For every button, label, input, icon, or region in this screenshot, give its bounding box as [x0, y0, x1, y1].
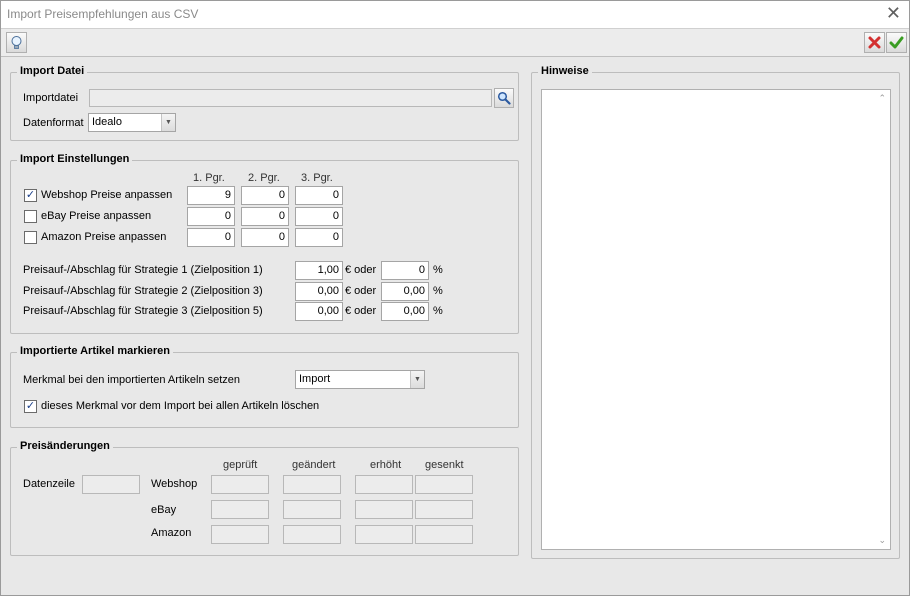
ebay-pgr2-field[interactable]: 0 [241, 207, 289, 226]
row-label-amazon: Amazon [151, 527, 192, 539]
amazon-geprueft-field [211, 525, 269, 544]
ebay-geaendert-field [283, 500, 341, 519]
title-bar: Import Preisempfehlungen aus CSV ✕ [1, 1, 909, 28]
strategy2-label: Preisauf-/Abschlag für Strategie 2 (Ziel… [23, 285, 263, 297]
webshop-pgr3-field[interactable]: 0 [295, 186, 343, 205]
chevron-down-icon[interactable]: ▼ [410, 371, 424, 388]
webshop-pgr1-field[interactable]: 9 [187, 186, 235, 205]
col-header-gesenkt: gesenkt [425, 459, 464, 471]
ebay-pgr3-field[interactable]: 0 [295, 207, 343, 226]
strategy2-euro-field[interactable]: 0,00 [295, 282, 343, 301]
strategy1-euro-suffix: € oder [345, 264, 377, 276]
ebay-label: eBay Preise anpassen [41, 210, 152, 222]
group-markieren: Importierte Artikel markieren Merkmal be… [10, 345, 519, 428]
strategy3-percent-field[interactable]: 0,00 [381, 302, 429, 321]
amazon-checkbox[interactable] [24, 231, 37, 244]
magnifier-icon [497, 91, 511, 105]
webshop-pgr2-field[interactable]: 0 [241, 186, 289, 205]
hint-button[interactable] [6, 32, 27, 53]
group-title-import-datei: Import Datei [17, 65, 88, 77]
group-title-einstellungen: Import Einstellungen [17, 153, 133, 165]
group-import-einstellungen: Import Einstellungen 1. Pgr. 2. Pgr. 3. … [10, 153, 519, 334]
amazon-pgr3-field[interactable]: 0 [295, 228, 343, 247]
strategy1-euro-field[interactable]: 1,00 [295, 261, 343, 280]
merkmal-label: Merkmal bei den importierten Artikeln se… [23, 374, 241, 386]
amazon-gesenkt-field [415, 525, 473, 544]
datenformat-select[interactable]: Idealo ▼ [88, 113, 176, 132]
green-check-icon [889, 36, 904, 49]
amazon-pgr2-field[interactable]: 0 [241, 228, 289, 247]
webshop-geaendert-field [283, 475, 341, 494]
strategy3-euro-field[interactable]: 0,00 [295, 302, 343, 321]
ebay-erhoeht-field [355, 500, 413, 519]
importdatei-label: Importdatei [23, 92, 79, 104]
delete-merkmal-checkbox[interactable]: ✓ [24, 400, 37, 413]
col-header-geprueft: geprüft [223, 459, 258, 471]
delete-merkmal-label: dieses Merkmal vor dem Import bei allen … [41, 400, 320, 412]
ebay-geprueft-field [211, 500, 269, 519]
toolbar [1, 28, 909, 57]
datenformat-value: Idealo [92, 116, 122, 128]
col-header-erhoeht: erhöht [370, 459, 402, 471]
datenzeile-label: Datenzeile [23, 478, 75, 490]
scroll-up-icon[interactable]: ⌃ [878, 93, 886, 104]
strategy1-label: Preisauf-/Abschlag für Strategie 1 (Ziel… [23, 264, 263, 276]
strategy1-percent-suffix: % [433, 264, 443, 276]
red-x-icon [868, 36, 881, 49]
close-icon[interactable]: ✕ [886, 4, 901, 22]
strategy3-label: Preisauf-/Abschlag für Strategie 3 (Ziel… [23, 305, 263, 317]
window-title: Import Preisempfehlungen aus CSV [7, 7, 199, 21]
merkmal-select[interactable]: Import ▼ [295, 370, 425, 389]
group-preisaenderungen: Preisänderungen geprüft geändert erhöht … [10, 440, 519, 556]
group-title-hinweise: Hinweise [538, 65, 592, 77]
webshop-label: Webshop Preise anpassen [41, 189, 173, 201]
group-title-markieren: Importierte Artikel markieren [17, 345, 173, 357]
merkmal-value: Import [299, 373, 331, 385]
strategy3-percent-suffix: % [433, 305, 443, 317]
webshop-gesenkt-field [415, 475, 473, 494]
strategy2-percent-field[interactable]: 0,00 [381, 282, 429, 301]
strategy2-percent-suffix: % [433, 285, 443, 297]
amazon-label: Amazon Preise anpassen [41, 231, 167, 243]
chevron-down-icon[interactable]: ▼ [161, 114, 175, 131]
webshop-checkbox[interactable]: ✓ [24, 189, 37, 202]
strategy1-percent-field[interactable]: 0 [381, 261, 429, 280]
import-dialog: Import Preisempfehlungen aus CSV ✕ Impor… [0, 0, 910, 596]
col-header-pgr2: 2. Pgr. [248, 172, 280, 184]
col-header-pgr1: 1. Pgr. [193, 172, 225, 184]
cancel-button[interactable] [864, 32, 885, 53]
amazon-geaendert-field [283, 525, 341, 544]
ok-button[interactable] [886, 32, 907, 53]
ebay-pgr1-field[interactable]: 0 [187, 207, 235, 226]
ebay-gesenkt-field [415, 500, 473, 519]
hinweise-textarea[interactable]: ⌃ ⌄ [541, 89, 891, 550]
datenzeile-field [82, 475, 140, 494]
ebay-checkbox[interactable] [24, 210, 37, 223]
webshop-erhoeht-field [355, 475, 413, 494]
col-header-geaendert: geändert [292, 459, 336, 471]
group-hinweise: Hinweise ⌃ ⌄ [531, 65, 900, 559]
row-label-ebay: eBay [151, 504, 177, 516]
browse-button[interactable] [494, 88, 514, 108]
strategy2-euro-suffix: € oder [345, 285, 377, 297]
lightbulb-icon [11, 36, 22, 49]
row-label-webshop: Webshop [151, 478, 198, 490]
group-title-preisaenderungen: Preisänderungen [17, 440, 113, 452]
strategy3-euro-suffix: € oder [345, 305, 377, 317]
webshop-geprueft-field [211, 475, 269, 494]
group-import-datei: Import Datei Importdatei Datenformat Ide… [10, 65, 519, 141]
importdatei-field[interactable] [89, 89, 492, 107]
scroll-down-icon[interactable]: ⌄ [878, 535, 886, 546]
amazon-pgr1-field[interactable]: 0 [187, 228, 235, 247]
datenformat-label: Datenformat [23, 117, 84, 129]
amazon-erhoeht-field [355, 525, 413, 544]
col-header-pgr3: 3. Pgr. [301, 172, 333, 184]
